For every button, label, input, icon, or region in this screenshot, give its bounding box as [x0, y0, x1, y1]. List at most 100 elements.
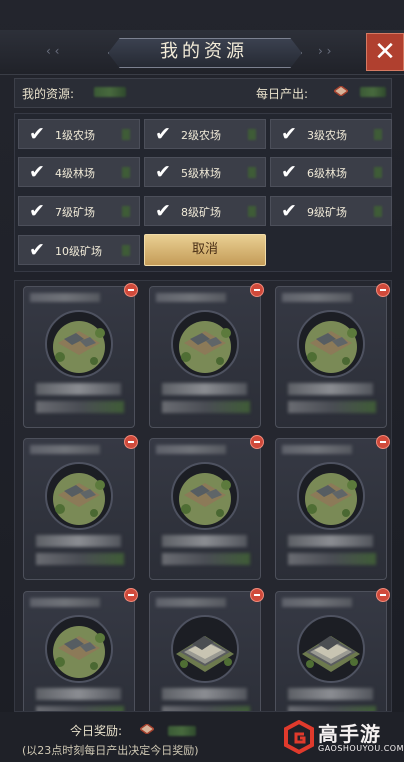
filter-label: 4级林场 [55, 167, 95, 180]
card-name [30, 293, 100, 302]
resource-card[interactable] [23, 435, 138, 580]
filter-checkbox-forest-5[interactable]: ✔ 5级林场 [144, 157, 266, 187]
card-info-line [162, 688, 247, 700]
filter-label: 5级林场 [181, 167, 221, 180]
card-name [156, 293, 226, 302]
resource-indicator [122, 245, 130, 256]
card-info-line [288, 688, 373, 700]
remove-icon[interactable] [124, 435, 138, 449]
resource-card[interactable] [23, 588, 138, 711]
watermark-site: GAOSHOUYOU.COM [318, 744, 404, 753]
remove-icon[interactable] [250, 435, 264, 449]
filter-checkbox-farm-3[interactable]: ✔ 3级农场 [270, 119, 392, 149]
remove-icon[interactable] [376, 283, 390, 297]
filter-label: 9级矿场 [307, 206, 347, 219]
resource-indicator [374, 167, 382, 178]
walled-building-icon [171, 615, 239, 683]
filter-checkbox-mine-8[interactable]: ✔ 8级矿场 [144, 196, 266, 226]
filter-checkbox-farm-2[interactable]: ✔ 2级农场 [144, 119, 266, 149]
my-resources-label: 我的资源: [22, 87, 75, 101]
remove-icon[interactable] [376, 435, 390, 449]
filter-checkbox-farm-1[interactable]: ✔ 1级农场 [18, 119, 140, 149]
card-name [156, 598, 226, 607]
my-resources-value [94, 87, 126, 97]
card-output-line [162, 401, 250, 413]
filter-label: 1级农场 [55, 129, 95, 142]
card-info-line [36, 535, 121, 547]
farm-building-icon [171, 310, 239, 378]
check-icon: ✔ [29, 161, 45, 183]
walled-building-icon [297, 615, 365, 683]
resource-card[interactable] [149, 588, 264, 711]
check-icon: ✔ [29, 239, 45, 261]
check-icon: ✔ [281, 123, 297, 145]
check-icon: ✔ [155, 123, 171, 145]
remove-icon[interactable] [250, 283, 264, 297]
watermark-brand: 高手游 [318, 722, 381, 746]
resource-card-grid [14, 280, 392, 712]
check-icon: ✔ [155, 161, 171, 183]
filter-checkbox-forest-4[interactable]: ✔ 4级林场 [18, 157, 140, 187]
farm-building-icon [297, 310, 365, 378]
resource-card[interactable] [23, 283, 138, 428]
check-icon: ✔ [281, 161, 297, 183]
filter-label: 6级林场 [307, 167, 347, 180]
card-name [282, 445, 352, 454]
resource-indicator [122, 129, 130, 140]
remove-icon[interactable] [376, 588, 390, 602]
resource-indicator [248, 206, 256, 217]
cancel-button[interactable]: 取消 [144, 234, 266, 266]
card-output-line [288, 553, 376, 565]
resource-indicator [122, 206, 130, 217]
filter-label: 2级农场 [181, 129, 221, 142]
resource-card[interactable] [275, 283, 390, 428]
card-info-line [36, 688, 121, 700]
filter-label: 3级农场 [307, 129, 347, 142]
left-ornament-icon: ‹ ‹ [46, 44, 60, 58]
check-icon: ✔ [29, 123, 45, 145]
resource-card[interactable] [275, 588, 390, 711]
card-info-line [36, 383, 121, 395]
reward-note: (以23点时刻每日产出决定今日奖励) [22, 744, 199, 757]
farm-building-icon [297, 462, 365, 530]
remove-icon[interactable] [124, 588, 138, 602]
check-icon: ✔ [29, 200, 45, 222]
filter-checkbox-mine-9[interactable]: ✔ 9级矿场 [270, 196, 392, 226]
card-info-line [288, 535, 373, 547]
diamond-icon [334, 86, 348, 96]
today-reward-label: 今日奖励: [70, 724, 123, 738]
card-output-line [288, 401, 376, 413]
resource-indicator [248, 167, 256, 178]
resource-card[interactable] [149, 283, 264, 428]
resource-indicator [248, 129, 256, 140]
card-info-line [162, 383, 247, 395]
card-name [30, 445, 100, 454]
filter-checkbox-mine-7[interactable]: ✔ 7级矿场 [18, 196, 140, 226]
watermark: 高手游 GAOSHOUYOU.COM [284, 718, 404, 758]
filter-label: 10级矿场 [55, 245, 102, 258]
right-ornament-icon: › › [318, 44, 332, 58]
card-output-line [162, 553, 250, 565]
resource-indicator [122, 167, 130, 178]
check-icon: ✔ [281, 200, 297, 222]
card-info-line [288, 383, 373, 395]
farm-building-icon [45, 462, 113, 530]
resource-indicator [374, 206, 382, 217]
resource-card[interactable] [275, 435, 390, 580]
card-info-line [162, 535, 247, 547]
filter-checkbox-forest-6[interactable]: ✔ 6级林场 [270, 157, 392, 187]
gaoshouyou-logo-icon [284, 720, 314, 754]
card-output-line [36, 553, 124, 565]
filter-checkbox-mine-10[interactable]: ✔ 10级矿场 [18, 235, 140, 265]
resource-indicator [374, 129, 382, 140]
resource-card[interactable] [149, 435, 264, 580]
filter-label: 8级矿场 [181, 206, 221, 219]
card-name [282, 293, 352, 302]
remove-icon[interactable] [124, 283, 138, 297]
remove-icon[interactable] [250, 588, 264, 602]
farm-building-icon [45, 310, 113, 378]
diamond-icon [140, 724, 154, 734]
card-name [30, 598, 100, 607]
close-button[interactable]: ✕ [366, 33, 404, 71]
today-reward-value [168, 726, 196, 736]
